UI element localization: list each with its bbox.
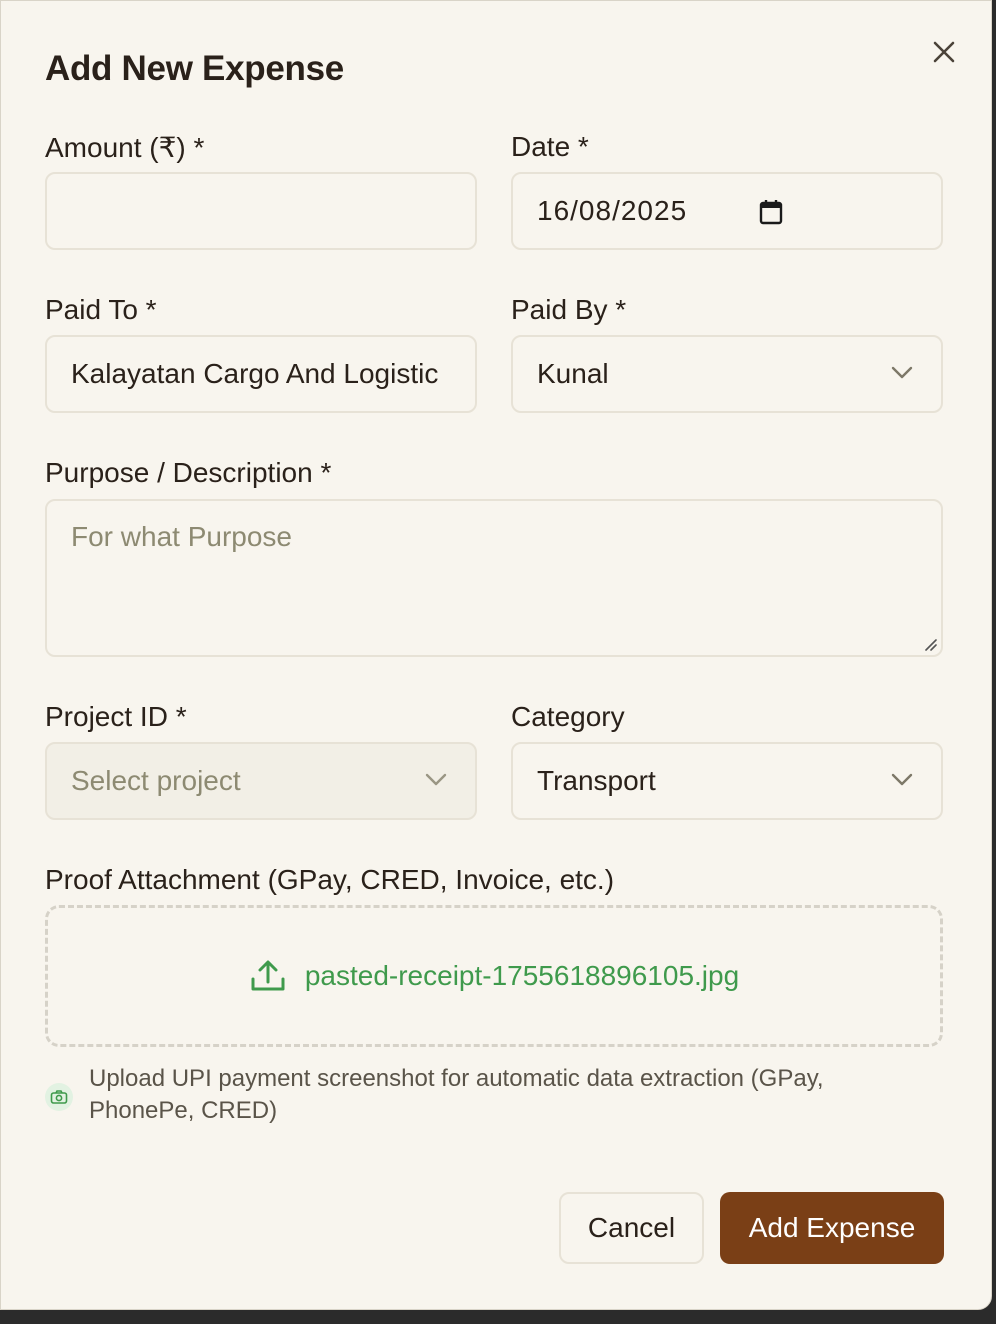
chevron-down-icon [425,773,447,786]
paid-to-input[interactable]: Kalayatan Cargo And Logistic [45,335,477,413]
cancel-button[interactable]: Cancel [559,1192,704,1264]
amount-input[interactable] [45,172,477,250]
paid-by-label: Paid By * [511,294,627,325]
close-icon [933,41,955,63]
chevron-down-icon [891,366,913,379]
paid-by-value: Kunal [537,358,609,389]
project-id-select[interactable]: Select project [45,742,477,820]
category-label: Category [511,701,625,732]
date-input[interactable]: 16/08/2025 [511,172,943,250]
close-button[interactable] [929,37,959,67]
resize-handle-icon[interactable] [923,637,937,651]
attachment-dropzone[interactable]: pasted-receipt-1755618896105.jpg [45,905,943,1047]
project-id-placeholder: Select project [71,765,241,796]
camera-icon [50,1090,68,1104]
category-value: Transport [537,765,656,796]
amount-label: Amount (₹) * [45,132,205,163]
paid-to-label: Paid To * [45,294,157,325]
date-label: Date * [511,131,589,162]
purpose-label: Purpose / Description * [45,457,332,488]
hint-badge [45,1083,73,1111]
attachment-hint: Upload UPI payment screenshot for automa… [89,1065,824,1124]
category-select[interactable]: Transport [511,742,943,820]
attachment-label: Proof Attachment (GPay, CRED, Invoice, e… [45,864,615,895]
purpose-textarea[interactable]: For what Purpose [45,499,943,657]
calendar-icon[interactable] [759,199,783,225]
attachment-filename: pasted-receipt-1755618896105.jpg [304,960,740,991]
add-expense-button[interactable]: Add Expense [720,1192,944,1264]
chevron-down-icon [891,773,913,786]
date-value: 16/08/2025 [537,195,688,226]
upload-icon [251,960,285,991]
paid-by-select[interactable]: Kunal [511,335,943,413]
purpose-placeholder: For what Purpose [71,521,292,552]
add-expense-dialog: Add New Expense Amount (₹) * Date * 16/0… [0,0,992,1310]
paid-to-value: Kalayatan Cargo And Logistic [71,358,439,389]
project-id-label: Project ID * [45,701,187,732]
dialog-title: Add New Expense [45,49,344,88]
